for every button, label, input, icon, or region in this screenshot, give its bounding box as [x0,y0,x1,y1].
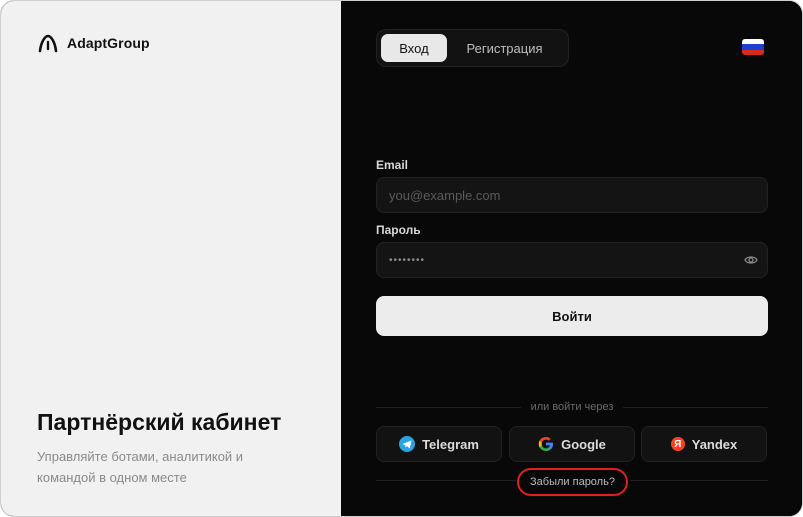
password-field[interactable] [376,242,768,278]
telegram-login-button[interactable]: Telegram [376,426,502,462]
bottom-divider-right [630,480,768,481]
auth-tabs: Вход Регистрация [376,29,569,67]
email-field[interactable] [376,177,768,213]
brand-panel: AdaptGroup Партнёрский кабинет Управляйт… [1,1,341,516]
tab-register[interactable]: Регистрация [447,34,562,62]
yandex-login-button[interactable]: Я Yandex [641,426,767,462]
yandex-label: Yandex [691,436,738,452]
email-label: Email [376,158,409,172]
social-divider-label: или войти через [520,401,624,413]
forgot-password-link[interactable]: Забыли пароль? [517,468,628,496]
password-label: Пароль [376,223,421,237]
brand-logo: AdaptGroup [37,33,150,53]
hero-subtitle: Управляйте ботами, аналитикой и командой… [37,449,244,485]
adaptgroup-logo-icon [38,34,58,53]
telegram-label: Telegram [422,436,479,452]
social-divider-text: или войти через [376,401,768,413]
eye-icon[interactable] [744,254,758,266]
russia-flag-icon[interactable] [742,39,764,55]
auth-panel: Вход Регистрация Email Пароль Войти или … [341,1,802,516]
login-button[interactable]: Войти [376,296,768,336]
google-label: Google [561,436,606,452]
tab-login[interactable]: Вход [381,34,447,62]
google-icon [538,437,554,451]
hero-title: Партнёрский кабинет [37,409,282,435]
yandex-icon: Я [670,437,685,451]
google-login-button[interactable]: Google [509,426,635,462]
brand-name: AdaptGroup [67,35,150,51]
telegram-icon [399,436,416,452]
app-window: AdaptGroup Партнёрский кабинет Управляйт… [0,0,803,517]
bottom-divider-left [376,480,516,481]
